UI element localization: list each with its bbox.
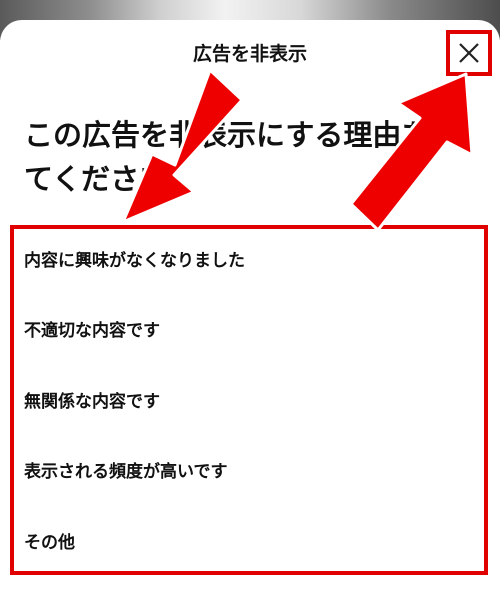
reason-item-inappropriate[interactable]: 不適切な内容です: [24, 311, 474, 351]
close-button[interactable]: [446, 30, 492, 76]
reason-item-too-frequent[interactable]: 表示される頻度が高いです: [24, 452, 474, 492]
close-icon: [459, 43, 479, 63]
question-heading: この広告を非表示にする理由を てください: [24, 113, 464, 201]
reason-list: 内容に興味がなくなりました 不適切な内容です 無関係な内容です 表示される頻度が…: [10, 225, 488, 575]
sheet-title: 広告を非表示: [192, 43, 307, 65]
question-obscured-char: 示: [227, 118, 257, 152]
reason-item-lost-interest[interactable]: 内容に興味がなくなりました: [24, 241, 474, 281]
question-line-1: この広告を非表示にする理由を: [24, 118, 431, 152]
reason-item-other[interactable]: その他: [24, 523, 474, 563]
question-line-2: てください: [24, 162, 169, 196]
reason-item-irrelevant[interactable]: 無関係な内容です: [24, 382, 474, 422]
